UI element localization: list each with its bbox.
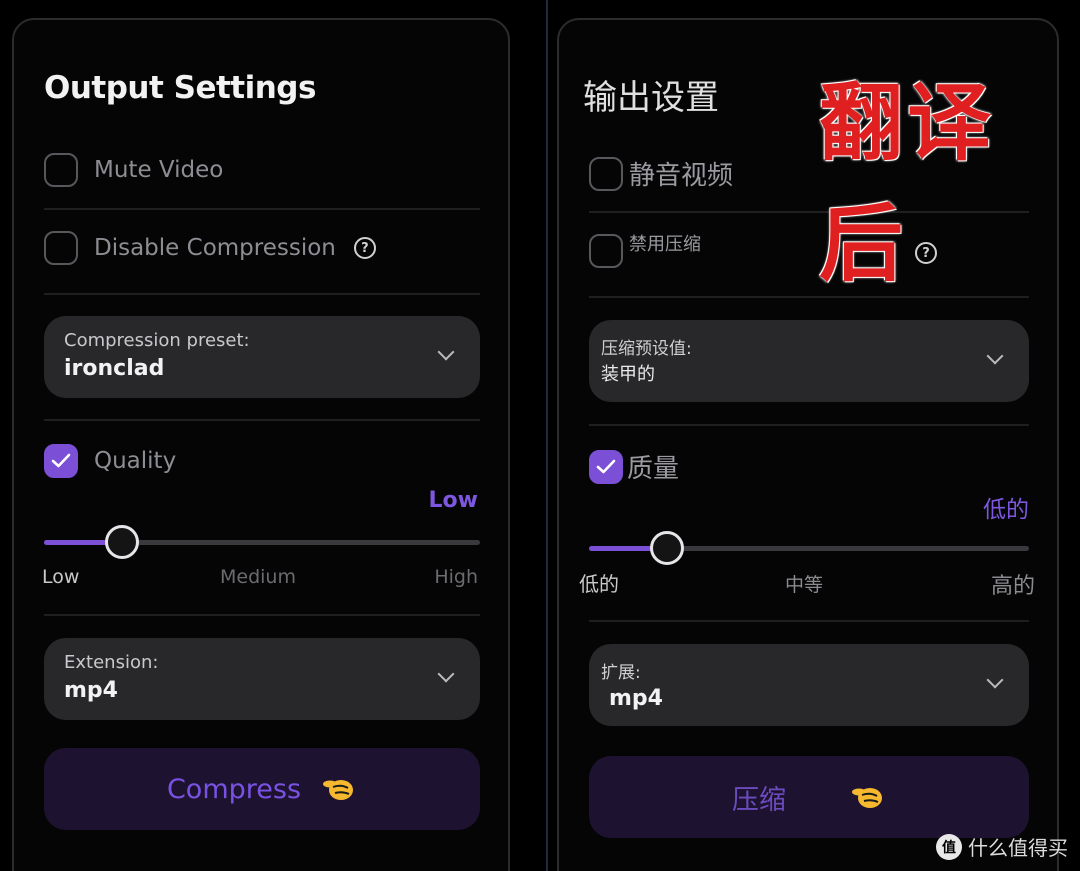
compression-preset-label: 压缩预设值: [601, 339, 692, 359]
chevron-down-icon [986, 671, 1004, 689]
site-watermark-text: 什么值得买 [968, 836, 1068, 860]
mute-video-row[interactable]: Mute Video [44, 153, 223, 187]
compress-button[interactable]: Compress [44, 748, 480, 830]
quality-label: 质量 [627, 454, 680, 484]
divider [44, 208, 480, 210]
tick-high: 高的 [990, 574, 1035, 599]
disable-compression-label: Disable Compression [94, 235, 336, 261]
disable-compression-row[interactable]: 禁用压缩 [589, 234, 701, 268]
hand-emoji-icon [323, 780, 354, 800]
checkmark-icon [51, 453, 71, 468]
screenshot-divider [546, 0, 548, 871]
mute-video-checkbox[interactable] [589, 156, 623, 191]
chevron-down-icon [437, 343, 455, 361]
tick-medium: 中等 [785, 574, 824, 596]
quality-level-readout: Low [428, 488, 478, 513]
extension-value: mp4 [64, 678, 118, 703]
compression-preset-value: 装甲的 [601, 364, 655, 385]
quality-slider-thumb[interactable] [105, 525, 139, 559]
divider [44, 614, 480, 616]
compression-preset-label: Compression preset: [64, 330, 250, 351]
help-circle-icon[interactable]: ? [353, 237, 376, 259]
compression-preset-select[interactable]: 压缩预设值: 装甲的 [589, 320, 1029, 402]
output-settings-panel-en: Output Settings Mute Video Disable Compr… [12, 18, 510, 871]
divider [44, 293, 480, 295]
quality-checkbox[interactable] [44, 444, 78, 478]
extension-value: mp4 [609, 686, 663, 711]
panel-title: Output Settings [44, 70, 316, 106]
compress-button[interactable]: 压缩 [589, 756, 1029, 838]
quality-row[interactable]: 质量 [589, 448, 679, 485]
mute-video-checkbox[interactable] [44, 153, 78, 187]
site-watermark-badge: 值 什么值得买 [936, 832, 1068, 861]
compression-preset-value: ironclad [64, 356, 165, 381]
chevron-down-icon [437, 665, 455, 683]
tick-low: Low [42, 566, 80, 588]
divider [589, 424, 1029, 426]
tick-medium: Medium [220, 566, 296, 588]
hand-emoji-icon [852, 788, 882, 808]
checkmark-icon [596, 459, 616, 473]
divider [589, 620, 1029, 622]
tick-high: High [434, 566, 478, 588]
disable-compression-checkbox[interactable] [44, 231, 78, 265]
panel-title: 输出设置 [583, 78, 719, 118]
translated-watermark: 翻译后 [819, 74, 996, 293]
mute-video-row[interactable]: 静音视频 [589, 155, 733, 192]
compress-button-label: Compress [166, 773, 302, 805]
extension-select[interactable]: 扩展: mp4 [589, 644, 1029, 726]
divider [44, 419, 480, 421]
quality-row[interactable]: Quality [44, 444, 176, 478]
mute-video-label: 静音视频 [629, 161, 734, 191]
disable-compression-row[interactable]: Disable Compression ? [44, 231, 376, 265]
chevron-down-icon [986, 347, 1004, 365]
quality-checkbox[interactable] [589, 449, 623, 484]
quality-level-readout: 低的 [983, 497, 1029, 523]
disable-compression-checkbox[interactable] [589, 234, 623, 268]
mute-video-label: Mute Video [94, 157, 224, 183]
tick-low: 低的 [579, 572, 619, 596]
output-settings-panel-zh: 输出设置 静音视频 禁用压缩 ? 压缩预设值: 装甲的 质量 低的 低的 中等 … [557, 18, 1059, 871]
disable-compression-label: 禁用压缩 [629, 234, 701, 255]
compression-preset-select[interactable]: Compression preset: ironclad [44, 316, 480, 398]
quality-slider-thumb[interactable] [650, 531, 684, 565]
quality-label: Quality [94, 448, 177, 474]
extension-label: Extension: [64, 652, 159, 673]
extension-label: 扩展: [601, 663, 641, 683]
compress-button-label: 压缩 [732, 784, 786, 816]
site-logo-icon: 值 [936, 833, 962, 860]
extension-select[interactable]: Extension: mp4 [44, 638, 480, 720]
